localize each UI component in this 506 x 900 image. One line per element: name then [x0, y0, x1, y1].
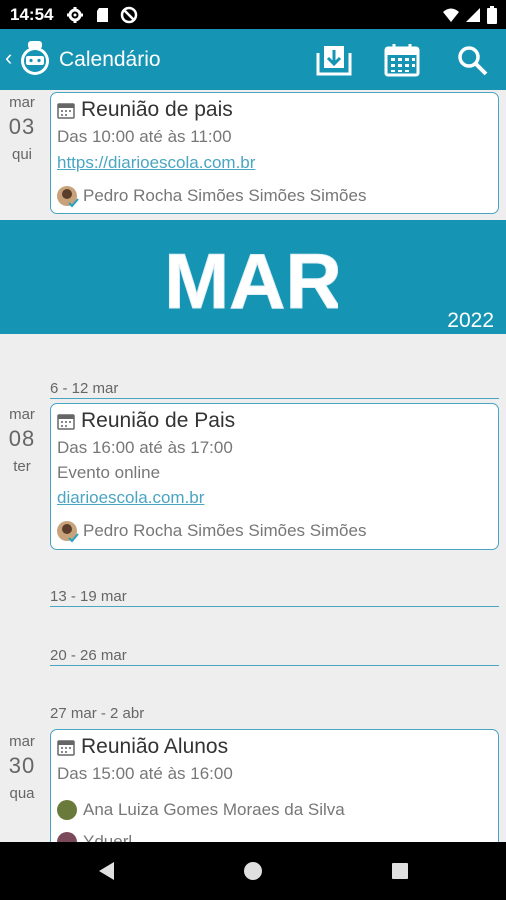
event-month: mar [9, 406, 35, 423]
event-title-row: Reunião de Pais [57, 409, 235, 433]
calendar-icon [384, 44, 420, 77]
event-link[interactable]: diarioescola.com.br [57, 488, 204, 508]
month-banner-art: MAR [168, 237, 338, 326]
download-button[interactable] [316, 42, 352, 78]
event-card[interactable]: Reunião Alunos Das 15:00 até às 16:00 An… [50, 729, 499, 842]
data-saver-icon [120, 6, 138, 24]
person-name: Yduerl [83, 832, 133, 842]
event-calendar-icon [57, 102, 75, 119]
event-title-row: Reunião de pais [57, 98, 233, 122]
week-header: 27 mar - 2 abr [50, 705, 145, 722]
app-logo-icon[interactable] [20, 39, 50, 79]
event-title: Reunião Alunos [81, 735, 229, 758]
person-name: Pedro Rocha Simões Simões Simões [83, 186, 367, 205]
event-person: Yduerl [57, 832, 132, 842]
system-nav-bar [0, 842, 506, 900]
home-nav-icon[interactable] [242, 860, 264, 882]
event-time: Das 15:00 até às 16:00 [57, 764, 233, 783]
page-title: Calendário [59, 48, 161, 71]
event-time: Das 16:00 até às 17:00 [57, 438, 233, 457]
recents-nav-icon[interactable] [390, 861, 410, 881]
person-avatar [57, 186, 79, 208]
person-avatar [57, 800, 77, 820]
person-avatar [57, 832, 77, 842]
event-person: Pedro Rocha Simões Simões Simões [57, 186, 367, 208]
event-location: Evento online [57, 463, 161, 482]
event-weekday: ter [13, 458, 31, 475]
calendar-button[interactable] [384, 42, 420, 78]
person-name: Pedro Rocha Simões Simões Simões [83, 521, 367, 540]
event-title-row: Reunião Alunos [57, 735, 228, 759]
banner-month: MAR [168, 237, 338, 325]
app-bar: ‹ Calendário [0, 29, 506, 90]
signal-icon [466, 8, 480, 22]
week-header: 13 - 19 mar [50, 588, 499, 607]
week-header: 6 - 12 mar [50, 380, 499, 399]
event-person: Ana Luiza Gomes Moraes da Silva [57, 800, 345, 820]
week-header: 20 - 26 mar [50, 647, 499, 666]
event-calendar-icon [57, 739, 75, 756]
search-button[interactable] [454, 42, 490, 78]
event-day: 08 [8, 426, 36, 451]
status-bar: 14:54 [0, 0, 506, 29]
event-day: 03 [8, 114, 36, 139]
event-date: mar 03 qui [0, 94, 44, 163]
verified-check-icon [62, 524, 79, 543]
event-weekday: qua [9, 785, 35, 802]
person-name: Ana Luiza Gomes Moraes da Silva [83, 800, 345, 819]
verified-check-icon [62, 189, 79, 208]
event-date: mar 08 ter [0, 406, 44, 475]
event-weekday: qui [11, 146, 33, 163]
sd-card-icon [97, 8, 108, 22]
wifi-icon [443, 8, 459, 22]
event-time: Das 10:00 até às 11:00 [57, 127, 232, 146]
event-title: Reunião de pais [81, 98, 233, 121]
event-month: mar [9, 94, 35, 111]
back-button[interactable]: ‹ [5, 45, 12, 71]
battery-icon [487, 6, 497, 24]
event-card[interactable]: Reunião de pais Das 10:00 até às 11:00 h… [50, 92, 499, 214]
banner-year: 2022 [447, 309, 494, 332]
event-month: mar [9, 733, 35, 750]
search-icon [458, 46, 488, 76]
event-person: Pedro Rocha Simões Simões Simões [57, 521, 367, 543]
event-day: 30 [8, 753, 36, 778]
event-calendar-icon [57, 413, 75, 430]
month-banner: MAR 2022 [0, 220, 506, 334]
status-time: 14:54 [10, 5, 54, 24]
person-avatar [57, 521, 79, 543]
settings-icon [67, 7, 83, 23]
event-title: Reunião de Pais [81, 409, 236, 432]
calendar-list[interactable]: mar 03 qui Reunião de pais Das 10:00 até… [0, 90, 506, 842]
event-card[interactable]: Reunião de Pais Das 16:00 até às 17:00 E… [50, 403, 499, 550]
download-icon [316, 46, 352, 76]
event-link[interactable]: https://diarioescola.com.br [57, 153, 255, 173]
back-nav-icon[interactable] [96, 860, 116, 882]
event-date: mar 30 qua [0, 733, 44, 802]
